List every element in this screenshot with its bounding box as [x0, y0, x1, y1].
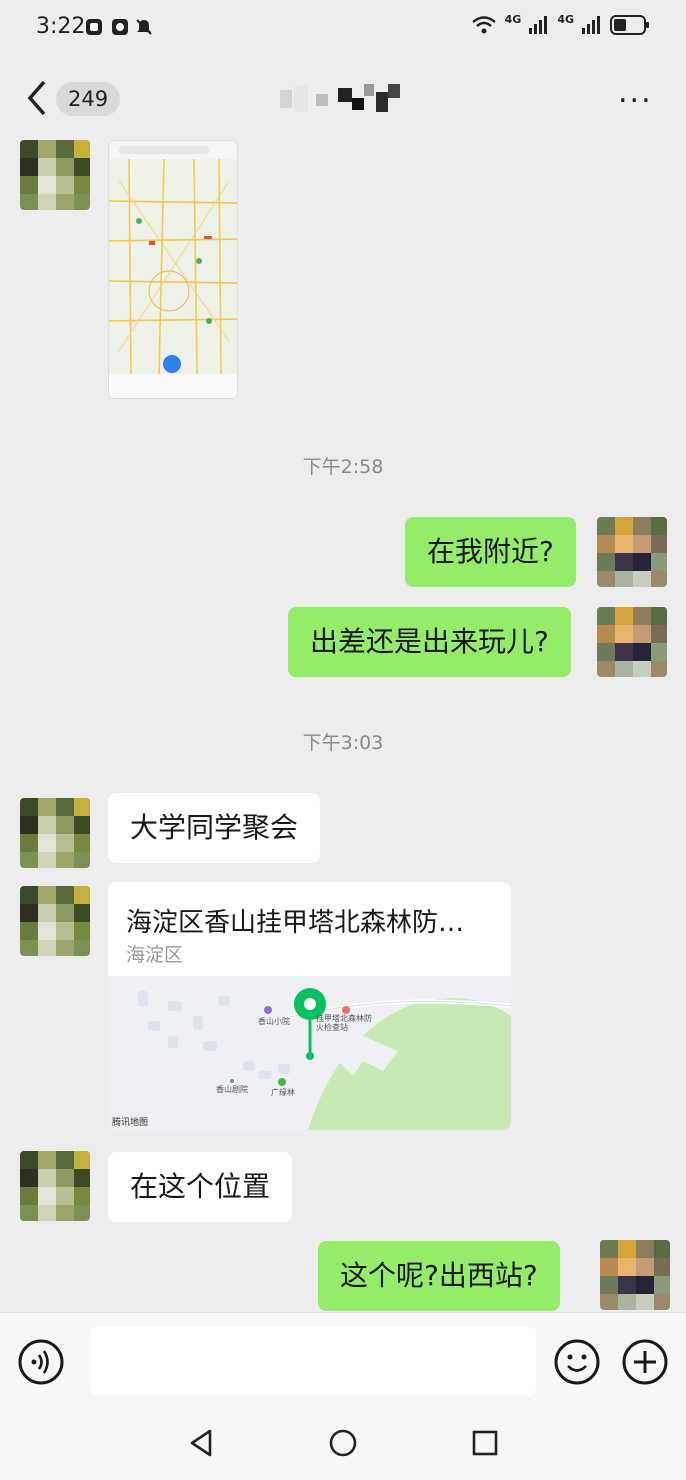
- system-navigation-bar: [0, 1402, 686, 1480]
- received-message-bubble[interactable]: 大学同学聚会: [108, 793, 321, 863]
- sent-message-bubble[interactable]: 这个呢?出西站?: [318, 1241, 560, 1311]
- nav-back-icon[interactable]: [186, 1428, 216, 1458]
- sent-message-bubble[interactable]: 在我附近?: [405, 517, 576, 587]
- status-time: 3:22: [36, 14, 86, 39]
- voice-input-icon[interactable]: [18, 1339, 64, 1385]
- received-message-bubble[interactable]: 在这个位置: [108, 1152, 293, 1222]
- back-arrow-icon[interactable]: [22, 78, 52, 118]
- battery-icon: [610, 15, 649, 35]
- location-title: 海淀区香山挂甲塔北森林防…: [126, 908, 465, 938]
- my-avatar[interactable]: [597, 607, 667, 677]
- location-district: 海淀区: [126, 944, 184, 966]
- my-avatar[interactable]: [600, 1240, 670, 1310]
- timestamp: 下午3:03: [302, 732, 384, 754]
- status-bar: 3:22 4G 4G: [0, 0, 686, 56]
- mute-icon: [136, 19, 152, 35]
- chat-input-bar: [0, 1312, 686, 1402]
- nav-home-icon[interactable]: [328, 1428, 358, 1458]
- location-message-card[interactable]: 海淀区香山挂甲塔北森林防… 海淀区 香山小院 挂甲塔北森林防火检查站 香山剧院 …: [108, 882, 511, 1130]
- nav-recents-icon[interactable]: [470, 1428, 500, 1458]
- network-type-2: 4G: [557, 12, 574, 26]
- signal-icon-1: [529, 16, 548, 34]
- signal-icon-2: [582, 16, 600, 34]
- unread-count-badge[interactable]: 249: [56, 82, 121, 116]
- map-label: 广缘林: [271, 1088, 295, 1097]
- map-label: 香山小院: [258, 1017, 290, 1026]
- map-screenshot-image: [109, 141, 237, 398]
- contact-avatar[interactable]: [20, 1151, 90, 1221]
- chat-title-redacted: [280, 84, 400, 112]
- chat-header: 249 ...: [0, 56, 686, 142]
- contact-avatar[interactable]: [20, 140, 90, 210]
- map-tiles: [108, 976, 511, 1130]
- map-label: 香山剧院: [216, 1085, 248, 1094]
- emoji-icon[interactable]: [554, 1339, 600, 1385]
- image-message-thumbnail[interactable]: [108, 140, 238, 399]
- status-right: 4G 4G: [471, 12, 650, 36]
- plus-more-icon[interactable]: [622, 1339, 668, 1385]
- message-text-field[interactable]: [90, 1327, 536, 1395]
- map-label: 挂甲塔北森林防火检查站: [316, 1014, 372, 1032]
- network-type-1: 4G: [504, 12, 522, 26]
- timestamp: 下午2:58: [302, 456, 384, 478]
- location-map-preview: 香山小院 挂甲塔北森林防火检查站 香山剧院 广缘林 腾讯地图: [108, 976, 511, 1130]
- app-notification-icon: [112, 19, 128, 35]
- notification-icon: [86, 19, 102, 35]
- my-avatar[interactable]: [597, 517, 667, 587]
- more-options-button[interactable]: ...: [618, 78, 658, 110]
- contact-avatar[interactable]: [20, 886, 90, 956]
- sent-message-bubble[interactable]: 出差还是出来玩儿?: [288, 607, 571, 677]
- contact-avatar[interactable]: [20, 798, 90, 868]
- wifi-icon: [471, 16, 496, 34]
- map-credit: 腾讯地图: [112, 1118, 149, 1128]
